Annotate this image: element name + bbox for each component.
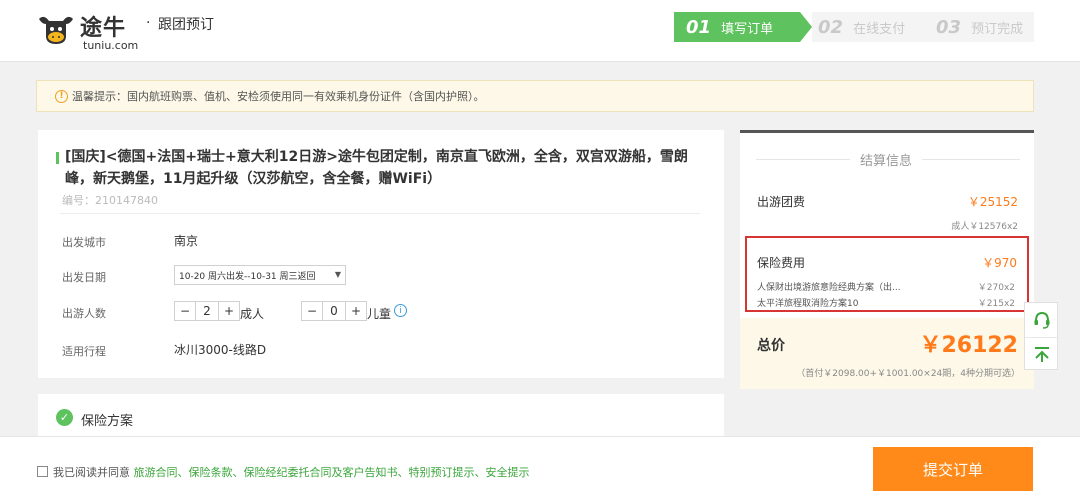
summary-title: 结算信息 <box>850 150 923 169</box>
customer-service-button[interactable] <box>1025 303 1059 336</box>
step-label: 填写订单 <box>721 21 774 37</box>
chevron-down-icon: ▼ <box>334 270 341 279</box>
title-accent-bar <box>56 152 59 164</box>
insurance-fee-value: ￥970 <box>982 256 1017 270</box>
total-area: 总价 ￥26122 （首付￥2098.00+￥1001.00×24期，4种分期可… <box>740 318 1034 389</box>
shield-icon: ✓ <box>56 409 73 426</box>
departure-date-select[interactable]: 10-20 周六出发--10-31 周三返回 ▼ <box>174 265 346 285</box>
departure-date-value: 10-20 周六出发--10-31 周三返回 <box>179 271 316 282</box>
increment-children-button[interactable]: + <box>346 302 366 320</box>
agree-checkbox[interactable] <box>37 466 48 477</box>
order-details-card: [国庆]<德国+法国+瑞士+意大利12日游>途牛包团定制，南京直飞欧洲，全含，双… <box>38 130 724 378</box>
step-number: 01 <box>686 16 712 38</box>
children-stepper: − 0 + <box>301 301 367 321</box>
step-label: 预订完成 <box>971 21 1024 37</box>
departure-city-label: 出发城市 <box>62 236 106 249</box>
agree-prefix: 我已阅读并同意 <box>53 466 130 479</box>
children-count[interactable]: 0 <box>322 302 346 320</box>
step-label: 在线支付 <box>853 21 906 37</box>
step-fill-order: 01 填写订单 <box>674 12 800 42</box>
step-arrow <box>800 12 812 42</box>
total-label: 总价 <box>757 338 785 354</box>
brand-name[interactable]: 途牛 <box>80 10 126 42</box>
decrement-children-button[interactable]: − <box>302 302 322 320</box>
insurance-fee-box: 保险费用 ￥970 人保财出境游旅意险经典方案（出... ￥270x2 太平洋旅… <box>745 236 1029 312</box>
tuniu-logo-icon[interactable] <box>36 10 76 50</box>
increment-adults-button[interactable]: + <box>219 302 239 320</box>
brand-separator: · <box>146 15 151 31</box>
step-online-payment: 02 在线支付 <box>812 12 928 42</box>
help-icon[interactable]: i <box>394 304 407 317</box>
headset-icon <box>1034 311 1050 329</box>
settlement-summary: 结算信息 出游团费 ￥25152 成人￥12576x2 保险费用 ￥970 人保… <box>740 130 1034 389</box>
order-steps: 01 填写订单 02 在线支付 03 预订完成 <box>674 12 1034 42</box>
notice-banner: ! 温馨提示：国内航班购票、值机、安检须使用同一有效乘机身份证件（含国内护照）。 <box>36 80 1034 112</box>
adults-stepper: − 2 + <box>174 301 240 321</box>
agree-text: 我已阅读并同意 旅游合同、保险条款、保险经纪委托合同及客户告知书、特别预订提示、… <box>53 464 530 480</box>
insurance-item-price: ￥270x2 <box>977 283 1015 293</box>
installment-note: （首付￥2098.00+￥1001.00×24期，4种分期可选） <box>796 369 1020 379</box>
info-icon: ! <box>55 89 68 103</box>
adults-label: 成人 <box>240 307 265 321</box>
floating-tools <box>1024 302 1059 370</box>
children-label: 儿童 <box>367 307 392 321</box>
product-title: [国庆]<德国+法国+瑞士+意大利12日游>途牛包团定制，南京直飞欧洲，全含，双… <box>65 149 688 187</box>
insurance-item-price: ￥215x2 <box>977 299 1015 309</box>
insurance-fee-label: 保险费用 <box>757 256 806 270</box>
route-label: 适用行程 <box>62 345 106 358</box>
top-bar: 途牛 tuniu.com · 跟团预订 01 填写订单 02 在线支付 03 预… <box>0 0 1080 62</box>
product-number: 编号：210147840 <box>62 194 158 207</box>
step-number: 03 <box>936 16 962 38</box>
tour-fee-label: 出游团费 <box>757 195 806 209</box>
notice-text: 温馨提示：国内航班购票、值机、安检须使用同一有效乘机身份证件（含国内护照）。 <box>72 90 485 103</box>
step-number: 02 <box>818 16 844 38</box>
insurance-item-name: 人保财出境游旅意险经典方案（出... <box>757 283 901 293</box>
departure-date-label: 出发日期 <box>62 271 106 284</box>
adults-count[interactable]: 2 <box>195 302 219 320</box>
tour-fee-detail: 成人￥12576x2 <box>951 222 1018 232</box>
step-booking-complete: 03 预订完成 <box>928 12 1034 42</box>
total-price: ￥26122 <box>919 333 1018 358</box>
insurance-item-name: 太平洋旅程取消险方案10 <box>757 299 859 309</box>
decrement-adults-button[interactable]: − <box>175 302 195 320</box>
submit-order-button[interactable]: 提交订单 <box>873 447 1033 491</box>
travelers-label: 出游人数 <box>62 307 106 320</box>
route-value: 冰川3000-线路D <box>174 343 267 357</box>
agreement-links[interactable]: 旅游合同、保险条款、保险经纪委托合同及客户告知书、特别预订提示、安全提示 <box>134 466 530 479</box>
divider <box>60 213 700 214</box>
footer-bar: 我已阅读并同意 旅游合同、保险条款、保险经纪委托合同及客户告知书、特别预订提示、… <box>0 436 1080 493</box>
brand-url: tuniu.com <box>83 39 139 52</box>
brand-subtitle: 跟团预订 <box>158 17 214 33</box>
departure-city-value: 南京 <box>174 234 199 248</box>
tour-fee-value: ￥25152 <box>967 195 1018 209</box>
back-to-top-button[interactable] <box>1025 337 1059 370</box>
arrow-up-icon <box>1035 347 1049 362</box>
insurance-title: 保险方案 <box>81 414 134 429</box>
